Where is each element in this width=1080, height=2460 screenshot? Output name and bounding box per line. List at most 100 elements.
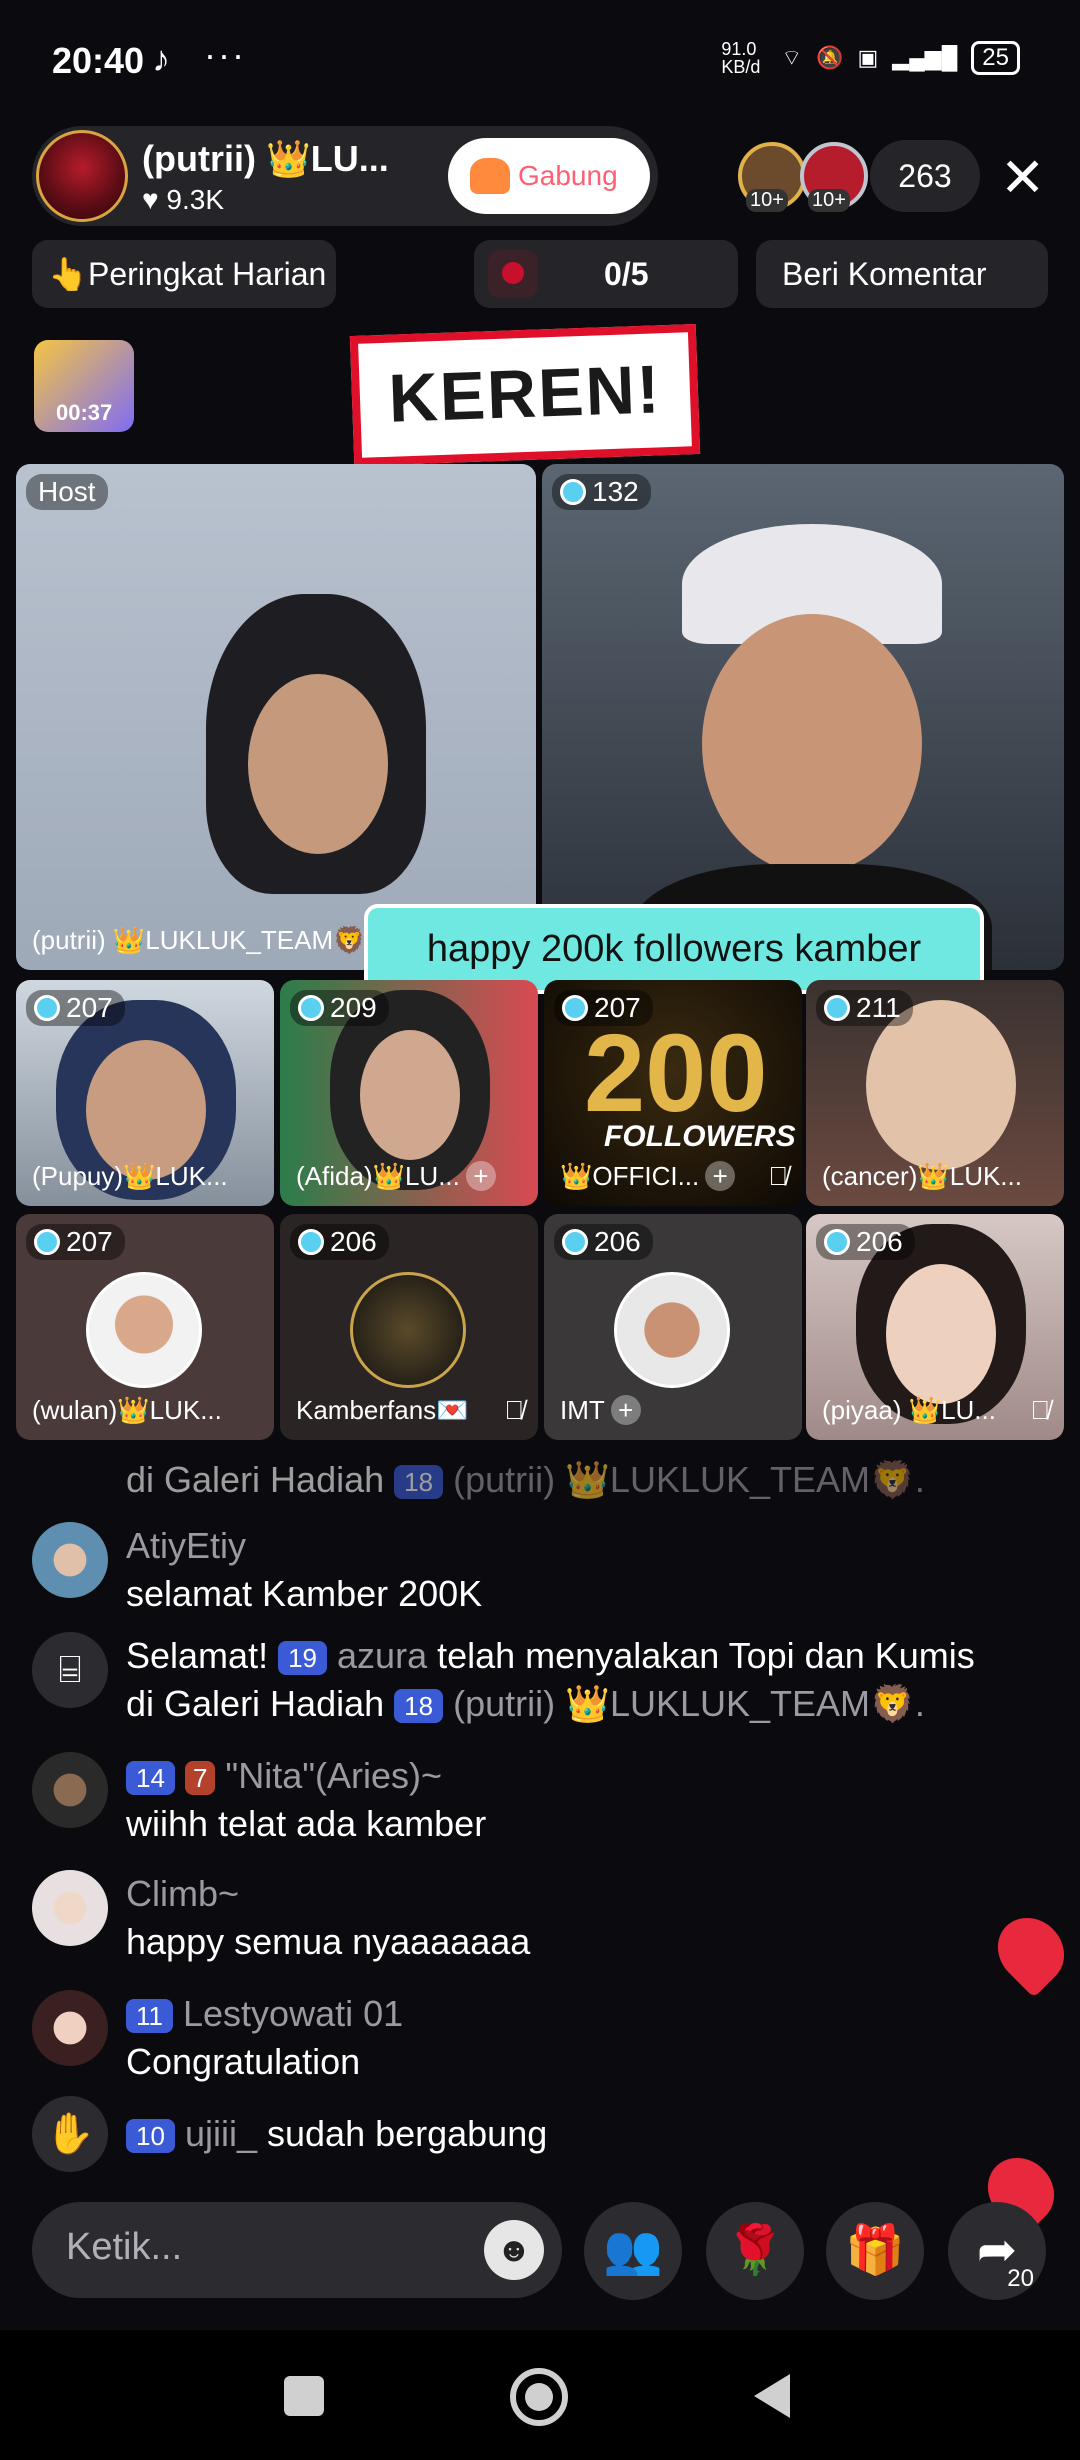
- chat-body: Congratulation: [126, 2041, 361, 2082]
- guest-name: (Pupuy)👑LUK...: [32, 1161, 228, 1191]
- chat-body: happy semua nyaaaaaaa: [126, 1921, 531, 1962]
- rose-icon: [488, 250, 538, 298]
- guest-video-main[interactable]: 132: [542, 464, 1064, 970]
- status-right: 91.0 KB/d ⌔ 🔕 ▣ ▂▄▆█ 25: [721, 40, 1020, 76]
- chat-username[interactable]: azura: [337, 1635, 427, 1676]
- chat-text: 14 7 "Nita"(Aries)~ wiihh telat ada kamb…: [126, 1752, 486, 1848]
- status-bar: 20:40 ♪ ··· 91.0 KB/d ⌔ 🔕 ▣ ▂▄▆█ 25: [0, 0, 1080, 120]
- guest-tile[interactable]: 200 FOLLOWERS 207 👑OFFICI... + 🎙̸: [544, 980, 802, 1206]
- mic-muted-icon: 🎙̸: [504, 1395, 525, 1425]
- top-viewer-avatar[interactable]: 10+: [800, 142, 868, 212]
- chat-message: ✋ 10 ujiii_ sudah bergabung: [32, 2096, 1062, 2172]
- reaction-sticker: KEREN!: [349, 324, 701, 466]
- chat-username[interactable]: AtiyEtiy: [126, 1522, 482, 1570]
- gift-box-icon[interactable]: 🎁: [826, 2202, 924, 2300]
- host-stage-name: (putrii) 👑LUKLUK_TEAM🦁: [32, 925, 366, 955]
- guest-tile[interactable]: 206 IMT +: [544, 1214, 802, 1440]
- host-name[interactable]: (putrii) 👑LU...: [142, 138, 389, 180]
- comment-label: Beri Komentar: [782, 256, 987, 292]
- viewer-badge: 10+: [808, 189, 850, 212]
- chat-username[interactable]: (putrii): [453, 1683, 555, 1724]
- host-face: [248, 674, 388, 854]
- host-video[interactable]: Host (putrii) 👑LUKLUK_TEAM🦁: [16, 464, 536, 970]
- milestone-sub: FOLLOWERS: [604, 1120, 796, 1153]
- gift-goal[interactable]: 0/5: [474, 240, 738, 308]
- chat-text: Selamat! 19 azura telah menyalakan Topi …: [126, 1632, 975, 1728]
- host-likes: ♥ 9.3K: [142, 184, 225, 215]
- comment-button[interactable]: Beri Komentar: [756, 240, 1048, 308]
- fan-badge: 7: [184, 1761, 216, 1796]
- user-avatar[interactable]: [32, 1522, 108, 1598]
- level-badge: 10: [126, 2119, 175, 2154]
- guest-avatar: [614, 1272, 730, 1388]
- net-speed: 91.0 KB/d: [721, 39, 761, 77]
- top-viewer-avatar[interactable]: 10+: [738, 142, 806, 212]
- multi-guest-icon[interactable]: 👥: [584, 2202, 682, 2300]
- guest-name: (wulan)👑LUK...: [32, 1395, 222, 1425]
- treasure-box-timer[interactable]: 00:37: [34, 340, 134, 432]
- chat-username-suffix: 👑LUKLUK_TEAM🦁.: [565, 1683, 925, 1724]
- recents-icon[interactable]: [284, 2376, 324, 2416]
- user-avatar[interactable]: [32, 1752, 108, 1828]
- guest-tile[interactable]: 206 (piyaa) 👑LU... 🎙̸: [806, 1214, 1064, 1440]
- guest-name: 👑OFFICI... +: [560, 1161, 736, 1192]
- chat-text: 10 ujiii_ sudah bergabung: [126, 2096, 547, 2172]
- add-icon[interactable]: +: [465, 1161, 496, 1191]
- chat-body: wiihh telat ada kamber: [126, 1803, 487, 1844]
- home-icon[interactable]: [510, 2368, 568, 2426]
- guest-tile[interactable]: 206 Kamberfans💌 🎙̸: [280, 1214, 538, 1440]
- emoji-icon[interactable]: ☻: [484, 2220, 544, 2280]
- host-avatar[interactable]: [36, 130, 128, 222]
- guest-face: [886, 1264, 996, 1404]
- join-button[interactable]: Gabung: [448, 138, 650, 214]
- add-icon[interactable]: +: [705, 1161, 736, 1191]
- add-icon[interactable]: +: [610, 1395, 641, 1425]
- level-badge: 19: [278, 1641, 328, 1676]
- guest-face: [360, 1030, 460, 1160]
- chat-username[interactable]: Lestyowati 01: [183, 1993, 403, 2034]
- chat-text: 11 Lestyowati 01 Congratulation: [126, 1990, 403, 2086]
- close-icon[interactable]: ✕: [1000, 146, 1045, 209]
- chat-body: telah menyalakan Topi dan Kumis: [437, 1635, 975, 1676]
- chat-username[interactable]: (putrii) 👑LUKLUK_TEAM🦁.: [453, 1459, 925, 1500]
- hand-icon: 👆: [48, 256, 88, 292]
- guest-name: (piyaa) 👑LU...: [822, 1395, 996, 1425]
- back-icon[interactable]: [754, 2374, 790, 2418]
- chat-body: selamat Kamber 200K: [126, 1573, 483, 1614]
- guest-name: IMT +: [560, 1395, 641, 1426]
- chat-body: sudah bergabung: [267, 2113, 548, 2154]
- daily-ranking-button[interactable]: 👆 Peringkat Harian: [32, 240, 336, 308]
- guest-score: 207: [26, 1224, 125, 1260]
- wifi-icon: ⌔: [781, 45, 803, 70]
- signal-icon: ▂▄▆█: [892, 45, 958, 70]
- chat-message: Climb~ happy semua nyaaaaaaa: [32, 1870, 1062, 1966]
- guest-tile[interactable]: 207 (wulan)👑LUK...: [16, 1214, 274, 1440]
- viewer-count[interactable]: 263: [870, 140, 980, 212]
- guest-score: 206: [290, 1224, 389, 1260]
- wave-icon: ✋: [32, 2096, 108, 2172]
- guest-tile[interactable]: 207 (Pupuy)👑LUK...: [16, 980, 274, 1206]
- chat-message: 11 Lestyowati 01 Congratulation: [32, 1990, 1062, 2086]
- guest-avatar: [86, 1272, 202, 1388]
- level-badge: 11: [126, 1999, 173, 2034]
- guest-avatar: [350, 1272, 466, 1388]
- comment-input[interactable]: Ketik... ☻: [32, 2202, 562, 2298]
- user-avatar[interactable]: [32, 1870, 108, 1946]
- user-avatar[interactable]: [32, 1990, 108, 2066]
- chat-body: di Galeri Hadiah: [126, 1459, 385, 1500]
- share-button[interactable]: ➦ 20: [948, 2202, 1046, 2300]
- guest-tile[interactable]: 211 (cancer)👑LUK...: [806, 980, 1064, 1206]
- join-label: Gabung: [518, 160, 618, 191]
- chat-username[interactable]: Climb~: [126, 1870, 530, 1918]
- gift-icon: ⌸: [32, 1632, 108, 1708]
- chat-username[interactable]: "Nita"(Aries)~: [225, 1755, 442, 1796]
- rose-gift-icon[interactable]: 🌹: [706, 2202, 804, 2300]
- guest-score: 132: [552, 474, 651, 510]
- ranking-label: Peringkat Harian: [88, 256, 327, 292]
- clock: 20:40: [52, 40, 145, 81]
- chat-username[interactable]: ujiii_: [185, 2113, 257, 2154]
- chat-text: Climb~ happy semua nyaaaaaaa: [126, 1870, 530, 1966]
- guest-tile[interactable]: 209 (Afida)👑LU... +: [280, 980, 538, 1206]
- chat-body: Selamat!: [126, 1635, 269, 1676]
- input-placeholder: Ketik...: [66, 2226, 183, 2268]
